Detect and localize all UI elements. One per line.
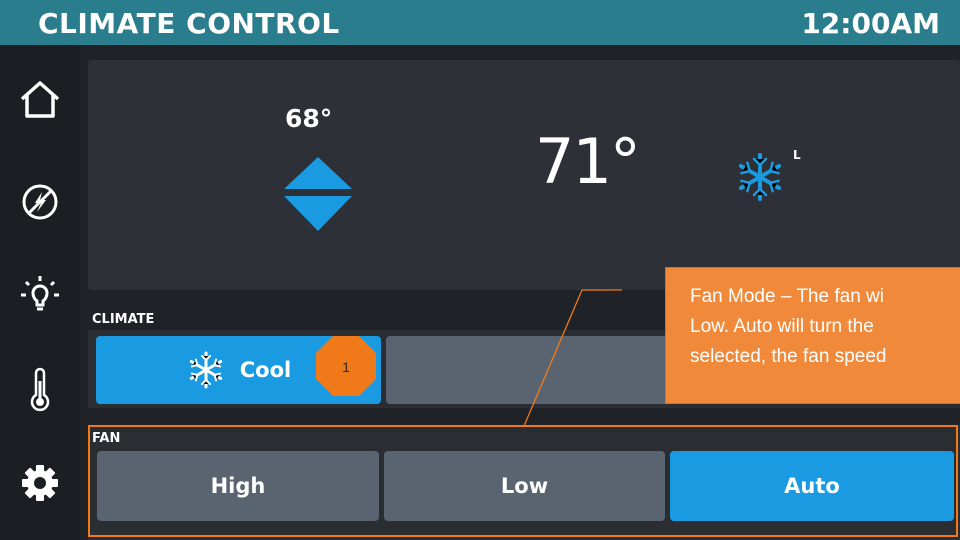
power-saver-icon <box>22 184 58 220</box>
fan-high-button[interactable]: High <box>97 451 379 521</box>
cool-button-label: Cool <box>239 358 292 382</box>
climate-option-button[interactable] <box>386 336 671 404</box>
temp-up-arrow[interactable] <box>284 157 352 189</box>
home-icon <box>20 81 60 118</box>
clock: 12:00AM <box>801 7 940 40</box>
fan-low-button[interactable]: Low <box>384 451 665 521</box>
nav-settings[interactable] <box>10 453 70 513</box>
callout-line-2: Low. Auto will turn the <box>690 316 874 337</box>
nav-temperature[interactable] <box>10 360 70 420</box>
snowflake-icon <box>738 153 782 201</box>
thermometer-icon <box>30 367 50 412</box>
header-bar: CLIMATE CONTROL 12:00AM <box>0 0 960 45</box>
callout-box: Fan Mode – The fan wi Low. Auto will tur… <box>665 267 960 404</box>
setpoint-temperature: 68° <box>285 104 333 133</box>
snowflake-icon <box>189 351 222 389</box>
nav-home[interactable] <box>10 70 70 130</box>
climate-control-screen: CLIMATE CONTROL 12:00AM 68° 71° L CLIMAT… <box>0 0 960 540</box>
fan-speed-indicator: L <box>793 148 801 162</box>
nav-lights[interactable] <box>10 265 70 325</box>
callout-line-1: Fan Mode – The fan wi <box>690 286 884 307</box>
sidebar <box>0 45 80 540</box>
light-bulb-icon <box>21 276 59 311</box>
step-badge: 1 <box>316 336 376 396</box>
fan-label: FAN <box>92 431 121 446</box>
current-temperature: 71° <box>535 125 641 198</box>
callout-line-3: selected, the fan speed <box>690 346 887 367</box>
step-badge-number: 1 <box>342 359 350 375</box>
temp-down-arrow[interactable] <box>284 196 352 231</box>
climate-label: CLIMATE <box>92 312 155 327</box>
fan-auto-button[interactable]: Auto <box>670 451 954 521</box>
gear-icon <box>22 465 58 501</box>
nav-power-saver[interactable] <box>10 172 70 232</box>
setpoint-adjust <box>284 157 352 231</box>
thermostat-panel <box>88 60 960 290</box>
page-title: CLIMATE CONTROL <box>38 7 340 40</box>
